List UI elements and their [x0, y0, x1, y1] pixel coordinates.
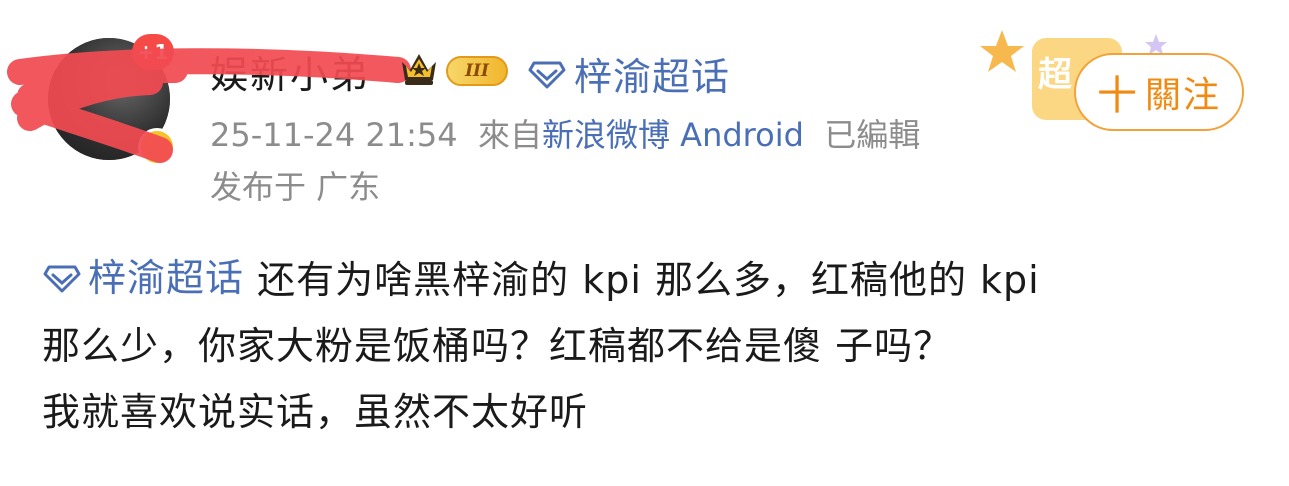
post-line-2: 那么少，你家大粉是饭桶吗？红稿都不给是傻 子吗？: [42, 324, 953, 368]
timestamp: 25-11-24 21:54: [210, 116, 458, 154]
notification-badge: +1: [132, 34, 174, 70]
location: 发布于 广东: [210, 168, 381, 206]
vip-dot-icon: [138, 128, 176, 166]
username[interactable]: 娱新小弟: [210, 44, 370, 99]
follow-button[interactable]: 十關注: [1074, 53, 1244, 131]
edited-label[interactable]: 已編輯: [824, 116, 920, 154]
deco-label: 超: [1038, 55, 1073, 95]
post-meta: 25-11-24 21:54 來自新浪微博 Android 已編輯: [210, 110, 920, 156]
diamond-icon: [528, 61, 566, 88]
post-supertopic-tag[interactable]: 梓渝超话: [42, 245, 244, 311]
from-prefix: 來自: [477, 116, 542, 154]
source-link[interactable]: 新浪微博 Android: [542, 116, 804, 154]
post-body: 梓渝超话 还有为啥黑梓渝的 kpi 那么多，红稿他的 kpi 那么少，你家大粉是…: [42, 245, 1242, 445]
supertopic-link[interactable]: 梓渝超话: [528, 46, 730, 101]
level-badge: III: [446, 56, 508, 86]
supertopic-label: 梓渝超话: [574, 55, 731, 99]
follow-label: 關注: [1144, 75, 1221, 116]
diamond-icon: [43, 265, 81, 293]
post-text-1: 还有为啥黑梓渝的 kpi 那么多，红稿他的 kpi: [257, 258, 1040, 302]
plus-icon: 十: [1096, 73, 1139, 119]
post-tag-label: 梓渝超话: [88, 256, 245, 300]
post-line-3: 我就喜欢说实话，虽然不太好听: [42, 390, 589, 434]
post-line-1: 梓渝超话 还有为啥黑梓渝的 kpi 那么多，红稿他的 kpi: [42, 245, 1242, 313]
crown-icon: [402, 54, 436, 85]
